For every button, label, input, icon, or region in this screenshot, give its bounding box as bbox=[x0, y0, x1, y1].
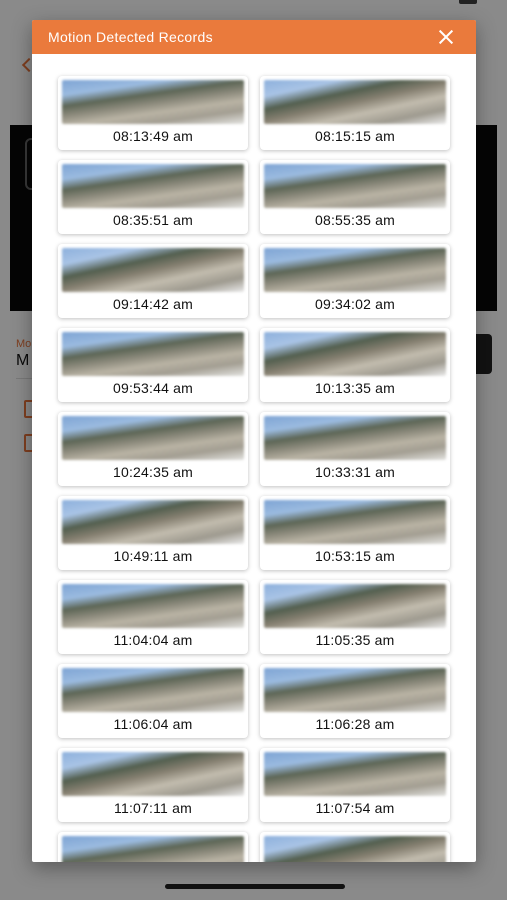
record-time: 08:13:49 am bbox=[112, 128, 194, 144]
record-card[interactable]: 11:06:28 am bbox=[260, 664, 450, 738]
record-time: 10:13:35 am bbox=[314, 380, 396, 396]
record-card[interactable] bbox=[58, 832, 248, 862]
record-time: 11:07:54 am bbox=[315, 800, 395, 816]
record-card[interactable]: 09:14:42 am bbox=[58, 244, 248, 318]
record-thumbnail bbox=[62, 500, 244, 544]
record-thumbnail bbox=[62, 668, 244, 712]
record-thumbnail bbox=[264, 752, 446, 796]
record-time: 10:53:15 am bbox=[314, 548, 396, 564]
record-time: 10:33:31 am bbox=[314, 464, 396, 480]
record-card[interactable]: 11:04:04 am bbox=[58, 580, 248, 654]
record-card[interactable]: 10:24:35 am bbox=[58, 412, 248, 486]
dialog-header: Motion Detected Records bbox=[32, 20, 476, 54]
record-time: 09:53:44 am bbox=[112, 380, 194, 396]
record-time: 08:15:15 am bbox=[314, 128, 396, 144]
record-thumbnail bbox=[264, 332, 446, 376]
record-time: 08:35:51 am bbox=[112, 212, 194, 228]
record-time: 11:04:04 am bbox=[113, 632, 193, 648]
record-thumbnail bbox=[264, 836, 446, 862]
record-card[interactable]: 11:07:11 am bbox=[58, 748, 248, 822]
record-thumbnail bbox=[62, 584, 244, 628]
record-time: 11:06:28 am bbox=[315, 716, 395, 732]
record-time: 08:55:35 am bbox=[314, 212, 396, 228]
record-card[interactable]: 09:34:02 am bbox=[260, 244, 450, 318]
home-indicator bbox=[165, 884, 345, 889]
record-thumbnail bbox=[62, 332, 244, 376]
record-card[interactable]: 10:33:31 am bbox=[260, 412, 450, 486]
record-card[interactable]: 09:53:44 am bbox=[58, 328, 248, 402]
record-card[interactable]: 10:49:11 am bbox=[58, 496, 248, 570]
record-time: 11:06:04 am bbox=[113, 716, 193, 732]
record-thumbnail bbox=[62, 752, 244, 796]
record-thumbnail bbox=[264, 584, 446, 628]
record-thumbnail bbox=[264, 668, 446, 712]
dialog-title: Motion Detected Records bbox=[48, 29, 213, 45]
record-card[interactable]: 11:06:04 am bbox=[58, 664, 248, 738]
record-thumbnail bbox=[62, 416, 244, 460]
record-time: 10:49:11 am bbox=[113, 548, 193, 564]
record-card[interactable] bbox=[260, 832, 450, 862]
record-card[interactable]: 08:35:51 am bbox=[58, 160, 248, 234]
record-time: 10:24:35 am bbox=[112, 464, 194, 480]
close-icon[interactable] bbox=[436, 27, 456, 47]
motion-records-dialog: Motion Detected Records 08:13:49 am 08:15… bbox=[32, 20, 476, 862]
record-card[interactable]: 10:13:35 am bbox=[260, 328, 450, 402]
record-card[interactable]: 08:13:49 am bbox=[58, 76, 248, 150]
record-thumbnail bbox=[264, 416, 446, 460]
record-thumbnail bbox=[62, 248, 244, 292]
record-card[interactable]: 11:07:54 am bbox=[260, 748, 450, 822]
record-card[interactable]: 11:05:35 am bbox=[260, 580, 450, 654]
record-time: 09:34:02 am bbox=[314, 296, 396, 312]
record-thumbnail bbox=[264, 500, 446, 544]
record-thumbnail bbox=[264, 248, 446, 292]
record-thumbnail bbox=[264, 164, 446, 208]
record-time: 09:14:42 am bbox=[112, 296, 194, 312]
record-card[interactable]: 10:53:15 am bbox=[260, 496, 450, 570]
record-thumbnail bbox=[62, 836, 244, 862]
record-card[interactable]: 08:55:35 am bbox=[260, 160, 450, 234]
records-grid: 08:13:49 am 08:15:15 am 08:35:51 am 08:55:3… bbox=[58, 76, 450, 862]
record-card[interactable]: 08:15:15 am bbox=[260, 76, 450, 150]
record-thumbnail bbox=[62, 164, 244, 208]
record-thumbnail bbox=[264, 80, 446, 124]
status-bar-indicator bbox=[459, 0, 477, 4]
record-time: 11:07:11 am bbox=[114, 800, 192, 816]
record-time: 11:05:35 am bbox=[315, 632, 395, 648]
record-thumbnail bbox=[62, 80, 244, 124]
